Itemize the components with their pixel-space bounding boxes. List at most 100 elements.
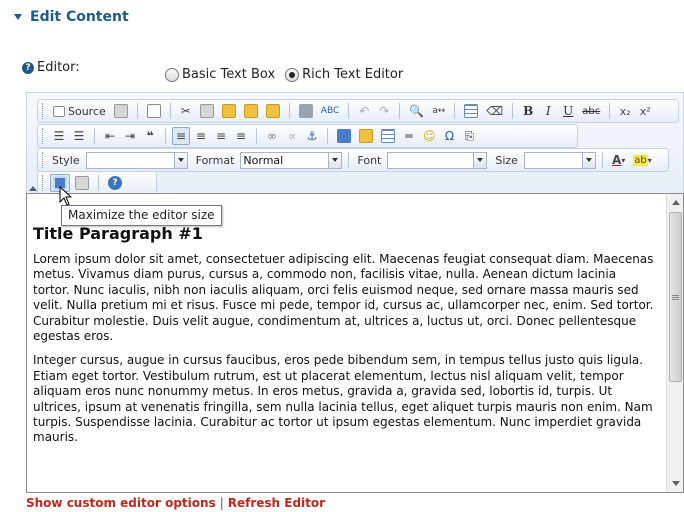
strikethrough-button[interactable]: abc (579, 102, 603, 120)
section-header[interactable]: Edit Content (14, 9, 129, 25)
redo-button[interactable]: ↷ (375, 102, 393, 120)
align-left-icon: ≡ (175, 129, 187, 143)
special-char-button[interactable]: Ω (441, 127, 459, 145)
separator (256, 128, 257, 144)
vertical-scrollbar[interactable] (666, 194, 683, 492)
text-color-button[interactable]: A ▾ (609, 151, 628, 169)
print-button[interactable] (296, 102, 316, 120)
align-center-button[interactable]: ≡ (192, 127, 210, 145)
separator (601, 152, 603, 168)
editor-content-area[interactable]: Title Paragraph #1 Lorem ipsum dolor sit… (26, 193, 684, 493)
content-heading[interactable]: Title Paragraph #1 (33, 224, 655, 244)
indent-button[interactable]: ⇥ (121, 127, 139, 145)
link-button[interactable]: ∞ (263, 127, 281, 145)
about-button[interactable]: ? (105, 174, 125, 192)
cut-button[interactable]: ✂ (177, 102, 195, 120)
blockquote-button[interactable]: ❝ (141, 127, 159, 145)
grip-lines-icon (672, 294, 679, 300)
find-button[interactable]: 🔍 (406, 102, 427, 120)
collapse-toolbar-icon[interactable] (29, 186, 37, 191)
bulleted-list-icon: ☰ (73, 129, 85, 143)
numbered-list-button[interactable]: ☰ (50, 127, 68, 145)
toolbar-grip[interactable] (42, 103, 45, 119)
select-all-button[interactable] (461, 102, 481, 120)
toolbar-grip[interactable] (42, 152, 45, 168)
find-icon: 🔍 (409, 104, 425, 118)
underline-button[interactable]: U (559, 102, 577, 120)
smiley-button[interactable]: ☺ (420, 127, 439, 145)
redo-icon: ↷ (379, 104, 390, 118)
flash-button[interactable] (356, 127, 376, 145)
remove-format-button[interactable]: ⌫ (483, 102, 506, 120)
bold-button[interactable]: B (519, 102, 537, 120)
bulleted-list-button[interactable]: ☰ (70, 127, 88, 145)
refresh-editor-link[interactable]: Refresh Editor (228, 496, 325, 510)
outdent-button[interactable]: ⇤ (101, 127, 119, 145)
style-combo[interactable] (85, 151, 188, 169)
horizontal-rule-button[interactable]: ═ (400, 127, 418, 145)
content-paragraph[interactable]: Lorem ipsum dolor sit amet, consectetuer… (33, 252, 655, 344)
collapse-caret-icon[interactable] (14, 14, 22, 20)
basic-text-box-option[interactable]: Basic Text Box (165, 67, 275, 82)
editor-type-radio-group: Basic Text Box Rich Text Editor (165, 67, 413, 82)
font-combo[interactable] (387, 151, 488, 169)
superscript-button[interactable]: x² (636, 102, 654, 120)
preview-button[interactable] (111, 102, 131, 120)
align-center-icon: ≡ (195, 129, 207, 143)
image-button[interactable] (334, 127, 354, 145)
chevron-down-icon[interactable] (173, 152, 187, 168)
show-blocks-button[interactable] (72, 174, 92, 192)
underline-icon: U (563, 104, 574, 118)
maximize-tooltip: Maximize the editor size (61, 205, 222, 226)
toolbar-row-2: ☰ ☰ ⇤ ⇥ ❝ ≡ ≡ ≡ ≡ ∞ ∝ ⚓ ═ ☺ Ω ⎘ (37, 124, 578, 148)
link-separator: | (219, 496, 224, 510)
rich-text-editor-option[interactable]: Rich Text Editor (285, 67, 403, 82)
editor-document[interactable]: Title Paragraph #1 Lorem ipsum dolor sit… (33, 224, 655, 455)
rich-text-editor-radio[interactable] (285, 67, 300, 82)
editor-label-text: Editor: (37, 60, 80, 75)
paste-word-icon (265, 104, 280, 118)
source-icon (53, 105, 65, 117)
size-combo[interactable] (523, 151, 596, 169)
chevron-down-icon[interactable] (581, 152, 595, 168)
paste-word-button[interactable] (263, 102, 283, 120)
paste-button[interactable] (219, 102, 239, 120)
templates-button[interactable] (144, 102, 164, 120)
basic-text-box-radio[interactable] (165, 67, 179, 82)
format-combo[interactable]: Normal (240, 151, 343, 169)
source-button[interactable]: Source (50, 102, 109, 120)
align-left-button[interactable]: ≡ (172, 127, 190, 145)
anchor-button[interactable]: ⚓ (303, 127, 321, 145)
help-icon[interactable]: ? (22, 61, 34, 74)
chevron-down-icon[interactable] (328, 152, 342, 168)
basic-text-box-label[interactable]: Basic Text Box (182, 67, 275, 82)
background-color-button[interactable]: ab ▾ (630, 151, 655, 169)
scroll-down-icon[interactable] (667, 475, 683, 492)
scroll-up-icon[interactable] (667, 194, 683, 211)
content-paragraph[interactable]: Integer cursus, augue in cursus faucibus… (33, 353, 655, 445)
scrollbar-thumb[interactable] (669, 212, 682, 382)
rich-text-editor-label[interactable]: Rich Text Editor (302, 67, 403, 82)
align-justify-button[interactable]: ≡ (232, 127, 250, 145)
separator (454, 103, 456, 119)
page-break-button[interactable]: ⎘ (461, 127, 479, 145)
paste-text-button[interactable] (241, 102, 261, 120)
subscript-button[interactable]: x₂ (616, 102, 634, 120)
chevron-down-icon[interactable] (473, 152, 487, 168)
section-title: Edit Content (30, 9, 129, 25)
align-right-button[interactable]: ≡ (212, 127, 230, 145)
table-button[interactable] (378, 127, 398, 145)
toolbar-grip[interactable] (42, 175, 45, 191)
show-custom-options-link[interactable]: Show custom editor options (26, 496, 216, 510)
separator (348, 152, 350, 168)
spellcheck-button[interactable]: ABC (318, 102, 342, 120)
copy-button[interactable] (197, 102, 217, 120)
editor-label: ? Editor: (22, 60, 80, 75)
about-icon: ? (108, 176, 122, 190)
unlink-button[interactable]: ∝ (283, 127, 301, 145)
replace-button[interactable]: a↔ (429, 102, 448, 120)
undo-button[interactable]: ↶ (355, 102, 373, 120)
style-label: Style (52, 153, 80, 167)
italic-button[interactable]: I (539, 102, 557, 120)
toolbar-grip[interactable] (42, 128, 45, 144)
